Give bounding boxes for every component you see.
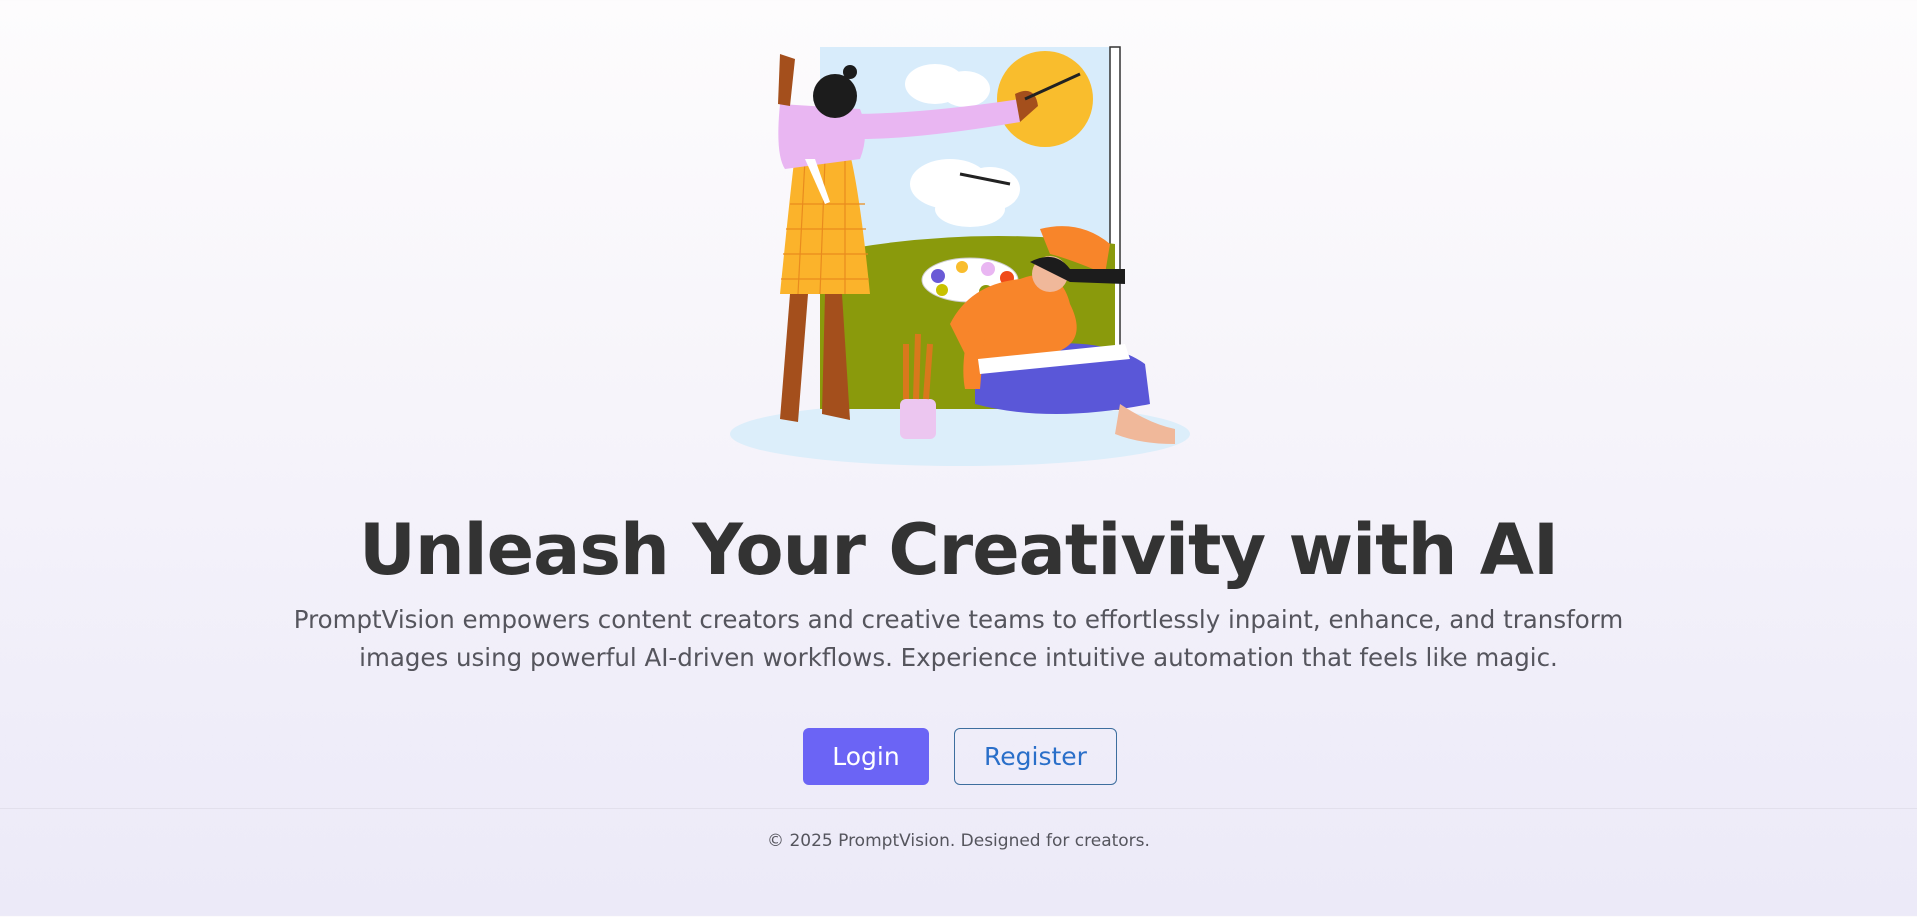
footer-copyright: © 2025 PromptVision. Designed for creato… <box>767 831 1150 851</box>
page-footer: © 2025 PromptVision. Designed for creato… <box>0 808 1917 917</box>
hero-title: Unleash Your Creativity with AI <box>358 509 1559 591</box>
login-button[interactable]: Login <box>803 728 929 785</box>
hero-actions: Login Register <box>0 728 1917 787</box>
hero-description: PromptVision empowers content creators a… <box>293 605 1624 672</box>
register-button[interactable]: Register <box>954 728 1117 785</box>
hero-illustration <box>720 44 1195 468</box>
